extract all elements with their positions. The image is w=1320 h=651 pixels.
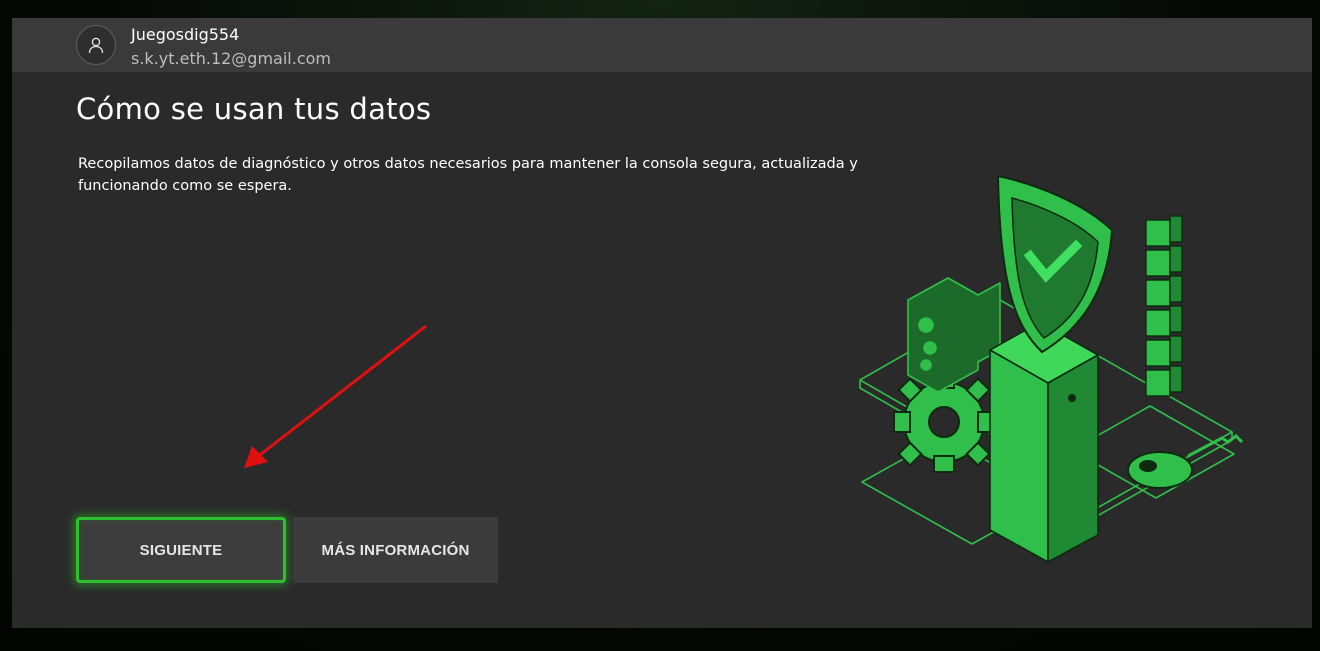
- more-info-button[interactable]: MÁS INFORMACIÓN: [293, 517, 498, 583]
- next-button[interactable]: SIGUIENTE: [76, 517, 286, 583]
- setup-panel: Juegosdig554 s.k.yt.eth.12@gmail.com Cóm…: [12, 18, 1312, 628]
- avatar: [76, 25, 116, 65]
- account-bar: Juegosdig554 s.k.yt.eth.12@gmail.com: [12, 18, 1312, 72]
- account-email: s.k.yt.eth.12@gmail.com: [131, 49, 331, 68]
- person-icon: [88, 37, 104, 54]
- shield-icon: [996, 174, 1114, 354]
- annotation-arrow: [244, 324, 427, 468]
- page-title: Cómo se usan tus datos: [76, 92, 432, 126]
- screen: Juegosdig554 s.k.yt.eth.12@gmail.com Cóm…: [0, 0, 1320, 651]
- page-description: Recopilamos datos de diagnóstico y otros…: [78, 156, 858, 194]
- gamertag: Juegosdig554: [131, 25, 240, 44]
- security-shield-illustration: [859, 174, 1244, 563]
